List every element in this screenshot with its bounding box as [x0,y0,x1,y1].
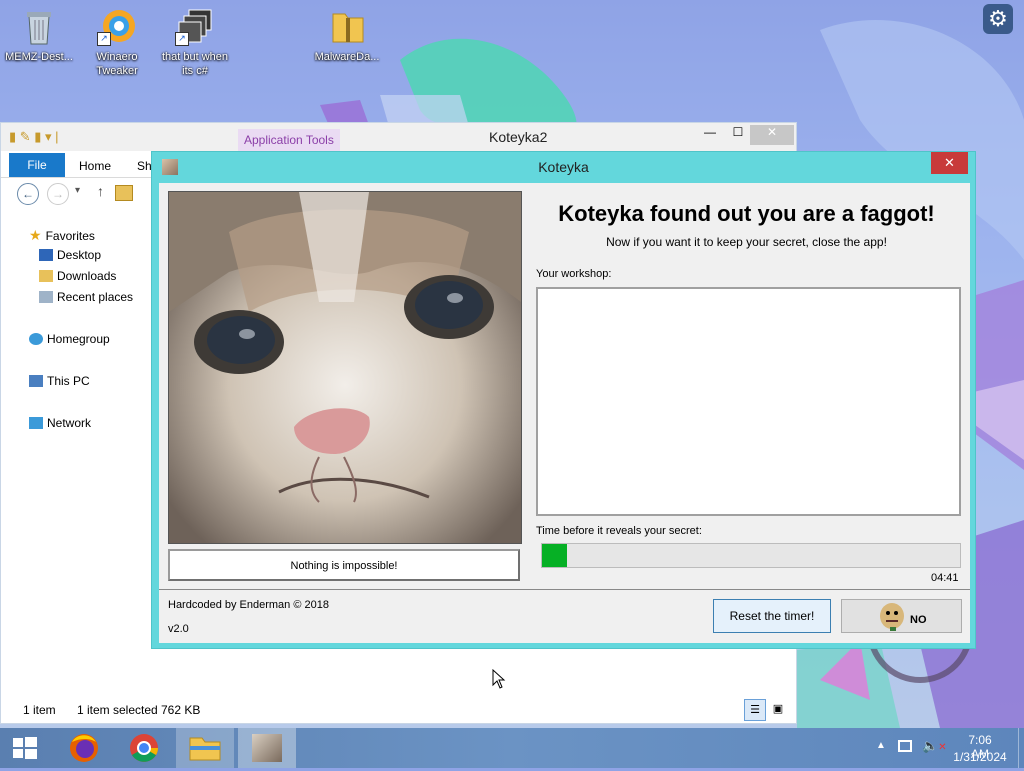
show-hidden-icons-icon[interactable]: ▲ [876,740,886,751]
footer-divider [159,589,970,590]
shortcut-arrow-icon: ↗ [175,32,189,46]
nothing-is-impossible-button[interactable]: Nothing is impossible! [168,549,520,581]
timer-label: Time before it reveals your secret: [536,525,702,537]
nav-label: Desktop [57,248,102,262]
file-explorer-icon [189,737,221,761]
taskbar-koteyka[interactable] [238,728,296,768]
recent-locations-icon[interactable]: ▾ [75,185,80,196]
nav-desktop[interactable]: Desktop [39,248,101,262]
windows-logo-icon [13,737,37,759]
no-image-button[interactable]: NO [841,599,962,633]
selected-size: 762 KB [161,703,201,717]
nav-favorites[interactable]: ★ Favorites [29,227,95,244]
credit-text: Hardcoded by Enderman © 2018 [168,599,329,611]
show-desktop-button[interactable] [1018,728,1024,768]
star-icon: ★ [29,227,42,243]
timer-progress-fill [542,544,568,567]
chrome-icon [130,734,158,762]
nav-label: Network [47,416,92,430]
nav-this-pc[interactable]: This PC [29,374,90,388]
timer-value: 04:41 [931,572,959,584]
start-button[interactable] [0,728,50,768]
nav-downloads[interactable]: Downloads [39,269,116,283]
workshop-textarea[interactable] [536,287,961,516]
selected-count: 1 item selected [77,703,158,717]
desktop-icon [39,249,53,261]
minimize-button[interactable]: — [697,125,723,145]
nav-label: This PC [47,374,90,388]
large-icons-view-icon[interactable]: ▣ [768,699,788,719]
subline: Now if you want it to keep your secret, … [606,235,887,249]
version-text: v2.0 [168,623,189,635]
up-icon[interactable]: ↑ [97,183,104,199]
maximize-button[interactable]: ☐ [725,125,751,145]
zip-folder-icon [327,6,367,46]
explorer-titlebar: ▮ ✎ ▮ ▾ | Application Tools Koteyka2 — ☐… [1,123,796,151]
cat-thumbnail-icon [252,734,282,762]
desktop-icon-label: MalwareDa... [314,51,380,63]
tab-home[interactable]: Home [79,159,111,173]
nav-label: Homegroup [47,332,110,346]
explorer-title: Koteyka2 [489,129,548,145]
workshop-label: Your workshop: [536,268,612,280]
dialog-title: Koteyka [538,159,589,175]
network-tray-icon[interactable] [898,740,912,752]
application-tools-label: Application Tools [238,129,340,151]
recent-places-icon [39,291,53,303]
koteyka-dialog: Koteyka ✕ Nothing is impossible! Koteyka… [151,151,976,649]
nav-homegroup[interactable]: Homegroup [29,332,110,346]
reset-timer-button[interactable]: Reset the timer! [713,599,831,633]
taskbar-firefox[interactable] [56,728,112,768]
nav-label: Recent places [57,290,134,304]
timer-progress-bar [541,543,961,568]
nav-network[interactable]: Network [29,416,91,430]
shortcut-arrow-icon: ↗ [97,32,111,46]
headline: Koteyka found out you are a faggot! [558,201,935,226]
nav-label: Downloads [57,269,117,283]
nav-recent-places[interactable]: Recent places [39,290,133,304]
mouse-cursor-icon [492,669,506,689]
desktop-icon-malwareda[interactable]: MalwareDa... [308,6,386,64]
cat-photo [168,191,522,544]
details-view-icon[interactable]: ☰ [744,699,766,721]
network-icon [29,417,43,429]
desktop-icon-winaero[interactable]: ↗ Winaero Tweaker [78,6,156,78]
forward-icon[interactable]: → [47,183,69,205]
desktop-icon-label: Winaero Tweaker [96,51,138,77]
dialog-client-area: Nothing is impossible! Koteyka found out… [159,183,970,643]
clock-date[interactable]: 1/31/2024 [952,750,1008,764]
firefox-icon [70,734,98,762]
status-bar: 1 item 1 item selected 762 KB ☰ ▣ [1,697,796,723]
no-text: NO [910,614,927,626]
desktop-icon-label: MEMZ-Dest... [5,51,73,63]
taskbar-file-explorer[interactable] [176,728,234,768]
stacked-windows-icon: ↗ [175,6,215,46]
folder-icon [115,185,133,201]
downloads-icon [39,270,53,282]
tab-file[interactable]: File [9,153,65,177]
dialog-titlebar: Koteyka ✕ [152,152,975,182]
back-icon[interactable]: ← [17,183,39,205]
item-count: 1 item [23,703,56,717]
desktop-icon-memz[interactable]: MEMZ-Dest... [0,6,78,64]
taskbar: ▲ 🔈✕ 7:06 AM 1/31/2024 [0,728,1024,768]
computer-icon [29,375,43,387]
desktop-icon-csharp[interactable]: ↗ that but when its c# [156,6,234,78]
nav-label: Favorites [45,228,95,243]
desktop-icon-label: that but when its c# [161,51,229,77]
homegroup-icon [29,333,43,345]
quick-access-toolbar: ▮ ✎ ▮ ▾ | [9,129,59,144]
recycle-bin-icon [19,6,59,46]
volume-muted-icon[interactable]: 🔈✕ [922,738,947,754]
settings-gear-icon[interactable]: ⚙ [983,4,1013,34]
baldi-no-icon: NO [880,603,927,631]
winaero-tweaker-icon: ↗ [97,6,137,46]
close-button[interactable]: ✕ [750,125,794,145]
taskbar-chrome[interactable] [116,728,172,768]
address-bar: ← → ▾ ↑ [1,179,151,209]
dialog-close-button[interactable]: ✕ [931,152,968,174]
